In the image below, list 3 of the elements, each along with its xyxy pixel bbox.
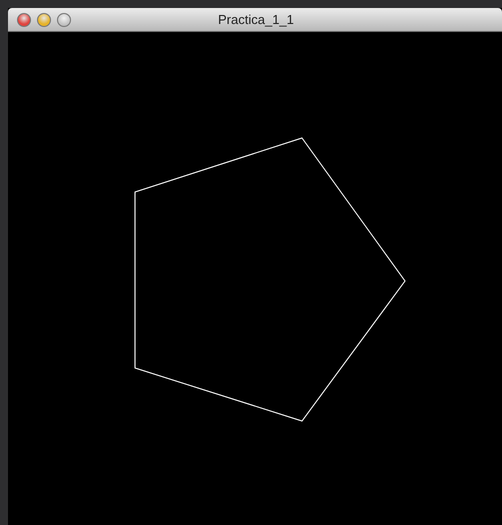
window-title: Practica_1_1 xyxy=(218,12,294,28)
close-button[interactable] xyxy=(17,12,31,26)
minimize-button[interactable] xyxy=(37,12,51,26)
